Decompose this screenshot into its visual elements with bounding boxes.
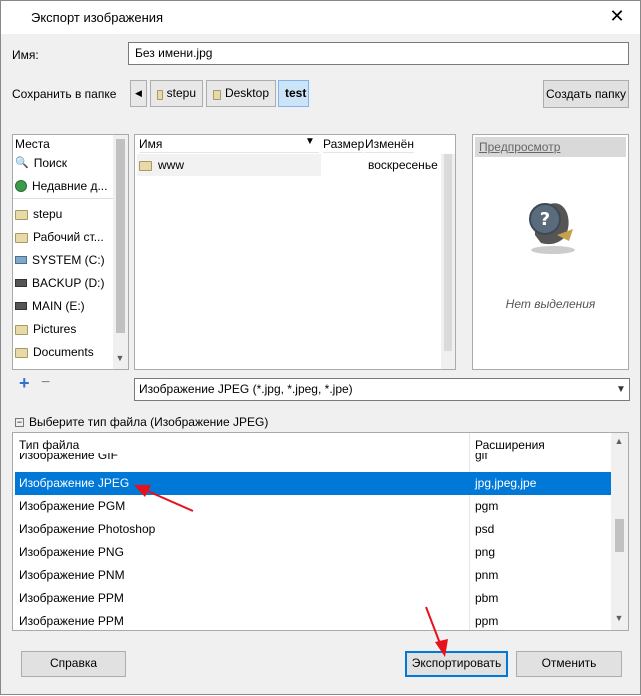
drive-icon xyxy=(15,302,27,310)
folder-icon xyxy=(15,233,28,243)
place-drive-c[interactable]: SYSTEM (C:) xyxy=(15,250,110,270)
column-size-header[interactable]: Размер xyxy=(323,135,365,153)
breadcrumb-test[interactable]: test xyxy=(278,80,309,107)
preview-panel: Предпросмотр ? Нет выделения xyxy=(472,134,629,370)
title-bar: Экспорт изображения ✕ xyxy=(1,1,640,34)
file-type-scrollbar[interactable]: ▲ ▼ xyxy=(611,433,628,630)
breadcrumb-back-button[interactable]: ◀ xyxy=(130,80,147,107)
file-type-row[interactable]: Изображение PGM pgm xyxy=(15,495,611,518)
file-type-expander[interactable]: − Выберите тип файла (Изображение JPEG) xyxy=(15,415,268,429)
column-extensions-header[interactable]: Расширения xyxy=(475,438,545,452)
chevron-up-icon[interactable]: ▲ xyxy=(612,436,626,446)
help-button[interactable]: Справка xyxy=(21,651,126,677)
file-filter-select[interactable]: Изображение JPEG (*.jpg, *.jpeg, *.jpe) … xyxy=(134,378,630,401)
add-place-button[interactable]: + xyxy=(19,374,30,392)
chevron-down-icon[interactable]: ▼ xyxy=(612,613,626,623)
folder-icon xyxy=(15,348,28,358)
close-icon[interactable]: ✕ xyxy=(606,6,628,26)
file-type-row[interactable]: Изображение PPM pbm xyxy=(15,587,611,610)
create-folder-button[interactable]: Создать папку xyxy=(543,80,629,108)
scrollbar-thumb[interactable] xyxy=(444,154,452,351)
svg-text:?: ? xyxy=(540,209,550,230)
file-row-www[interactable]: www xyxy=(139,154,184,176)
chevron-left-icon: ◀ xyxy=(135,88,142,98)
drive-icon xyxy=(15,256,27,264)
recent-icon xyxy=(15,180,27,192)
remove-place-button[interactable]: − xyxy=(41,375,50,391)
collapse-icon: − xyxy=(15,416,24,427)
window-title: Экспорт изображения xyxy=(31,10,164,25)
scrollbar-thumb[interactable] xyxy=(615,519,624,552)
folder-icon xyxy=(139,161,152,171)
scrollbar-thumb[interactable] xyxy=(116,139,125,333)
file-type-list: Тип файла Расширения Изображение GIF gif… xyxy=(12,432,629,631)
place-drive-e[interactable]: MAIN (E:) xyxy=(15,296,110,316)
export-image-dialog: Экспорт изображения ✕ Имя: Без имени.jpg… xyxy=(0,0,641,695)
files-scrollbar[interactable] xyxy=(441,154,455,369)
preview-header: Предпросмотр xyxy=(475,137,626,157)
file-type-row[interactable]: Изображение PNG png xyxy=(15,541,611,564)
file-type-row-selected[interactable]: Изображение JPEG jpg,jpeg,jpe xyxy=(15,472,611,495)
save-in-label: Сохранить в папке xyxy=(12,87,117,101)
folder-icon xyxy=(15,210,28,220)
place-search[interactable]: 🔍 Поиск xyxy=(15,153,110,173)
breadcrumb-label: Desktop xyxy=(224,86,269,100)
column-modified-header[interactable]: Изменён xyxy=(365,135,414,153)
file-type-row[interactable]: Изображение Photoshop psd xyxy=(15,518,611,541)
file-list-panel: Имя ▼ Размер Изменён www воскресенье xyxy=(134,134,456,370)
chevron-down-icon[interactable]: ▼ xyxy=(113,353,127,363)
place-documents[interactable]: Documents xyxy=(15,342,110,362)
sort-arrow-icon: ▼ xyxy=(305,136,315,147)
file-type-row[interactable]: Изображение GIF gif xyxy=(15,453,611,467)
breadcrumb-label: test xyxy=(285,86,307,100)
places-header: Места xyxy=(15,137,50,151)
file-type-row[interactable]: Изображение PPM ppm xyxy=(15,610,611,630)
export-button[interactable]: Экспортировать xyxy=(405,651,508,677)
column-type-header[interactable]: Тип файла xyxy=(19,438,79,452)
place-recent[interactable]: Недавние д... xyxy=(15,176,110,196)
breadcrumb-stepu[interactable]: stepu xyxy=(150,80,203,107)
folder-icon xyxy=(213,89,221,100)
file-type-row[interactable]: Изображение PNM pnm xyxy=(15,564,611,587)
filename-input[interactable]: Без имени.jpg xyxy=(128,42,629,65)
breadcrumb-label: stepu xyxy=(166,86,196,100)
file-type-list-viewport: Изображение GIF gif xyxy=(15,453,611,467)
breadcrumb-desktop[interactable]: Desktop xyxy=(206,80,276,107)
folder-icon xyxy=(157,89,163,100)
search-icon: 🔍 xyxy=(15,157,29,169)
places-scrollbar[interactable]: ▼ xyxy=(113,135,128,369)
no-selection-text: Нет выделения xyxy=(505,297,596,311)
folder-icon xyxy=(15,325,28,335)
cancel-button[interactable]: Отменить xyxy=(516,651,622,677)
wilber-question-icon: ? xyxy=(529,203,575,254)
places-separator xyxy=(13,198,113,199)
column-name-header[interactable]: Имя xyxy=(139,135,319,153)
place-stepu[interactable]: stepu xyxy=(15,204,110,224)
name-label: Имя: xyxy=(12,48,39,62)
file-modified: воскресенье xyxy=(368,158,438,172)
drive-icon xyxy=(15,279,27,287)
place-pictures[interactable]: Pictures xyxy=(15,319,110,339)
place-drive-d[interactable]: BACKUP (D:) xyxy=(15,273,110,293)
place-desktop[interactable]: Рабочий ст... xyxy=(15,227,110,247)
chevron-down-icon[interactable]: ▼ xyxy=(612,379,629,400)
places-panel: Места 🔍 Поиск Недавние д... stepu Рабочи… xyxy=(12,134,129,370)
